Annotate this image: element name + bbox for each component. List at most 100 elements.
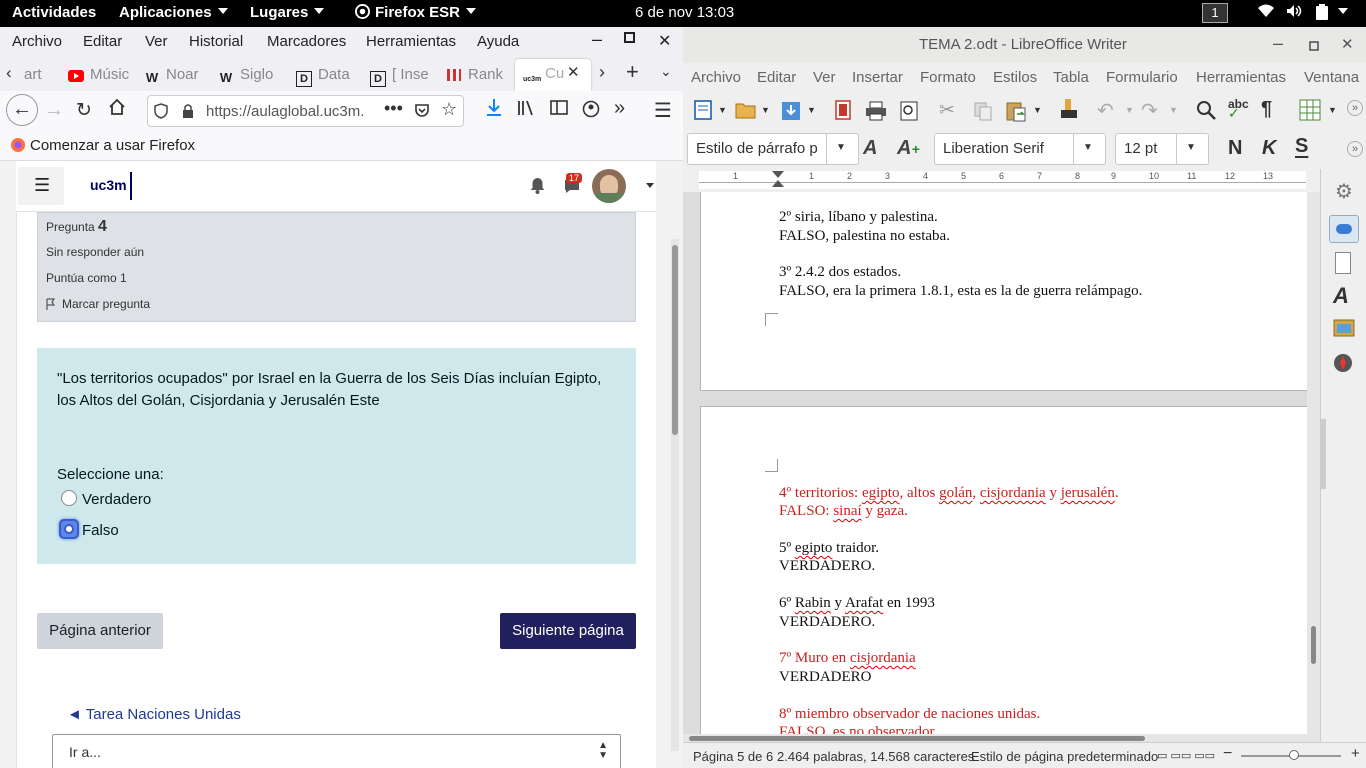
activities-button[interactable]: Actividades	[12, 4, 96, 21]
dropdown-caret-icon[interactable]: ▼	[718, 105, 727, 115]
menu-insertar[interactable]: Insertar	[852, 69, 903, 86]
zoom-slider[interactable]	[1241, 750, 1341, 760]
library-icon[interactable]	[517, 100, 535, 121]
activity-back-link[interactable]: ◄ Tarea Naciones Unidas	[67, 706, 241, 723]
update-style-icon[interactable]: A	[863, 137, 877, 160]
gallery-icon[interactable]	[1333, 319, 1355, 342]
first-indent-marker-icon[interactable]	[772, 171, 784, 178]
dropdown-caret-icon[interactable]: ▼	[836, 142, 846, 153]
menu-editar[interactable]: Editar	[757, 69, 796, 86]
toolbar-overflow-icon[interactable]: »	[1347, 141, 1363, 157]
user-menu-caret-icon[interactable]	[646, 183, 654, 188]
menu-formato[interactable]: Formato	[920, 69, 976, 86]
forward-icon[interactable]: →	[44, 99, 64, 122]
list-all-tabs-icon[interactable]: ⌄	[660, 63, 672, 80]
menu-estilos[interactable]: Estilos	[993, 69, 1037, 86]
minimize-icon[interactable]: –	[1273, 33, 1283, 54]
menu-editar[interactable]: Editar	[83, 33, 122, 50]
workspace-indicator[interactable]: 1	[1202, 3, 1228, 23]
bold-button[interactable]: N	[1228, 137, 1242, 160]
tab-4[interactable]: W Siglo	[218, 60, 280, 88]
firefox-app-menu[interactable]: Firefox ESR	[355, 4, 477, 21]
vertical-scrollbar[interactable]	[671, 239, 679, 751]
volume-icon[interactable]	[1286, 4, 1302, 22]
radio-falso-selected[interactable]	[59, 519, 79, 539]
maximize-icon[interactable]	[624, 31, 636, 48]
lock-icon[interactable]	[182, 103, 194, 123]
italic-button[interactable]: K	[1262, 137, 1276, 160]
dropdown-caret-icon[interactable]: ▼	[761, 105, 770, 115]
document-vertical-scrollbar[interactable]	[1307, 192, 1320, 742]
close-icon[interactable]: ✕	[1341, 35, 1354, 53]
export-pdf-icon[interactable]	[835, 100, 851, 125]
dropdown-caret-icon[interactable]: ▼	[1328, 105, 1337, 115]
radio-verdadero[interactable]	[61, 490, 77, 506]
font-name-box[interactable]: Liberation Serif ▼	[934, 133, 1106, 165]
view-layout-icons[interactable]: ▭ ▭▭ ▭▭	[1157, 749, 1215, 762]
document-canvas[interactable]: 2º siria, líbano y palestina. FALSO, pal…	[683, 192, 1320, 742]
styles-icon[interactable]: A	[1333, 283, 1349, 309]
maximize-icon[interactable]	[1309, 38, 1319, 55]
avatar[interactable]	[592, 169, 626, 203]
tab-active[interactable]: uc3m Cu ✕	[515, 59, 591, 91]
sidebar-icon[interactable]	[550, 100, 568, 121]
left-indent-marker-icon[interactable]	[772, 180, 784, 187]
bookmark-getting-started[interactable]: Comenzar a usar Firefox	[10, 137, 195, 154]
font-size-box[interactable]: 12 pt ▼	[1115, 133, 1209, 165]
zoom-in-icon[interactable]: +	[1351, 745, 1360, 762]
new-document-icon[interactable]	[693, 100, 713, 125]
paragraph-style-box[interactable]: Estilo de párrafo p ▼	[687, 133, 859, 165]
menu-archivo[interactable]: Archivo	[691, 69, 741, 86]
bookmark-star-icon[interactable]: ☆	[441, 99, 457, 120]
menu-ver[interactable]: Ver	[145, 33, 168, 50]
page-actions-icon[interactable]: •••	[384, 98, 403, 119]
toolbar-overflow-icon[interactable]: »	[1347, 100, 1363, 116]
dropdown-caret-icon[interactable]: ▼	[807, 105, 816, 115]
document-horizontal-scrollbar[interactable]	[683, 734, 1307, 742]
previous-page-button[interactable]: Página anterior	[37, 613, 163, 649]
insert-table-icon[interactable]	[1299, 99, 1321, 126]
underline-button[interactable]: S	[1295, 135, 1308, 158]
zoom-slider-thumb[interactable]	[1289, 750, 1299, 760]
document-page-4[interactable]: 2º siria, líbano y palestina. FALSO, pal…	[700, 192, 1310, 391]
page-icon[interactable]	[1335, 252, 1351, 274]
page-count-status[interactable]: Página 5 de 6	[693, 749, 773, 764]
downloads-icon[interactable]	[486, 98, 502, 123]
account-icon[interactable]	[582, 100, 600, 123]
tab-6[interactable]: D [ Inse	[370, 60, 432, 88]
home-icon[interactable]	[108, 98, 126, 121]
menu-ayuda[interactable]: Ayuda	[477, 33, 519, 50]
word-count-status[interactable]: 2.464 palabras, 14.568 caracteres	[777, 749, 974, 764]
dropdown-caret-icon[interactable]: ▼	[1125, 105, 1134, 115]
dropdown-caret-icon[interactable]: ▼	[1169, 105, 1178, 115]
navigator-icon[interactable]	[1333, 353, 1353, 378]
flag-question-link[interactable]: Marcar pregunta	[46, 297, 150, 311]
tab-5[interactable]: D Data	[296, 60, 354, 88]
print-icon[interactable]	[865, 101, 887, 126]
dropdown-caret-icon[interactable]: ▼	[1033, 105, 1042, 115]
menu-marcadores[interactable]: Marcadores	[267, 33, 346, 50]
print-preview-icon[interactable]	[899, 101, 919, 126]
tab-scroll-right-icon[interactable]: ›	[599, 62, 605, 83]
sidebar-collapse-handle[interactable]	[1320, 419, 1326, 489]
tracking-shield-icon[interactable]	[154, 103, 168, 123]
system-menu-caret[interactable]	[1338, 4, 1348, 21]
menu-herramientas[interactable]: Herramientas	[366, 33, 456, 50]
properties-tab[interactable]	[1329, 215, 1359, 243]
pocket-icon[interactable]	[414, 102, 430, 122]
redo-icon[interactable]: ↷	[1141, 98, 1158, 123]
document-page-5[interactable]: 4º territorios: egipto, altos golán, cis…	[700, 406, 1310, 742]
site-logo[interactable]: uc3m	[90, 177, 127, 193]
undo-icon[interactable]: ↶	[1097, 98, 1114, 123]
close-icon[interactable]: ✕	[658, 31, 671, 51]
menu-tabla[interactable]: Tabla	[1053, 69, 1089, 86]
horizontal-ruler[interactable]: 1 1 2 3 4 5 6 7 8 9 10 11 12 13	[699, 171, 1306, 189]
clone-formatting-icon[interactable]	[1059, 98, 1079, 127]
cut-icon[interactable]: ✂	[939, 99, 955, 122]
scrollbar-thumb[interactable]	[1311, 626, 1316, 664]
open-folder-icon[interactable]	[735, 101, 757, 124]
menu-formulario[interactable]: Formulario	[1106, 69, 1178, 86]
zoom-out-icon[interactable]: −	[1223, 745, 1232, 763]
hamburger-menu-icon[interactable]: ☰	[654, 98, 672, 123]
reload-icon[interactable]: ↻	[76, 99, 92, 122]
